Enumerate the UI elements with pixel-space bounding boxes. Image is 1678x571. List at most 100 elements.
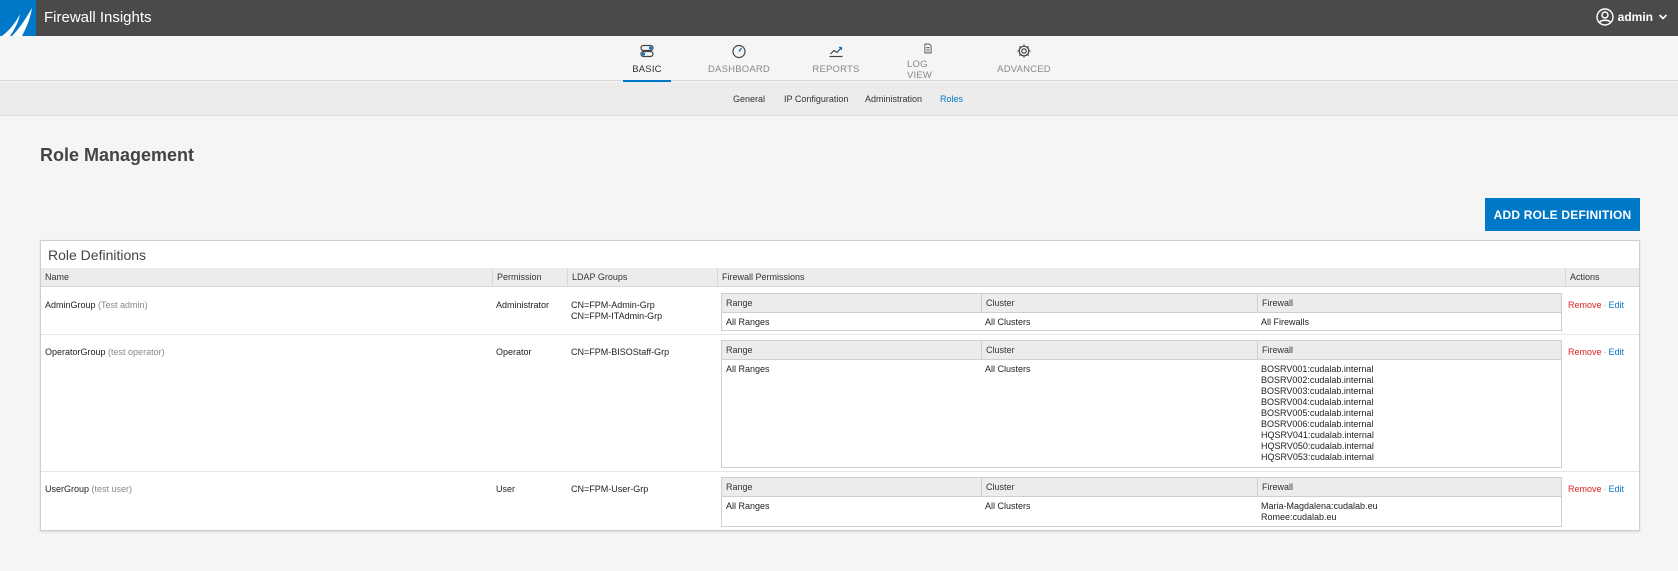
tab-advanced-label: ADVANCED	[997, 64, 1051, 75]
fw-header-range: Range	[726, 345, 753, 355]
gauge-icon	[732, 44, 746, 59]
fw-header-firewall: Firewall	[1257, 341, 1561, 360]
fw-range: All Ranges	[726, 364, 770, 374]
page-title: Role Management	[40, 145, 195, 165]
fw-firewall: HQSRV041:cudalab.internal	[1261, 430, 1374, 440]
sub-nav: General IP Configuration Administration …	[0, 82, 1678, 116]
edit-link[interactable]: Edit	[1609, 347, 1625, 357]
row-actions: Remove · Edit	[1568, 300, 1624, 310]
gear-icon	[1017, 44, 1031, 58]
fw-table-header: Range Cluster Firewall	[722, 478, 1561, 497]
user-avatar-icon	[1595, 8, 1614, 26]
column-header-actions: Actions	[1565, 268, 1639, 286]
fw-table-header: Range Cluster Firewall	[722, 294, 1561, 313]
fw-cluster: All Clusters	[985, 364, 1031, 374]
subtab-general[interactable]: General	[733, 94, 765, 104]
ldap-group: CN=FPM-ITAdmin-Grp	[571, 311, 663, 321]
firewall-permissions-table: Range Cluster Firewall All Ranges All Cl…	[721, 477, 1562, 527]
tab-advanced[interactable]: ADVANCED	[997, 36, 1051, 81]
edit-link[interactable]: Edit	[1609, 484, 1625, 494]
document-icon	[924, 43, 932, 54]
brand-logo-icon	[0, 0, 36, 36]
top-bar: Firewall Insights admin	[0, 0, 1678, 36]
subtab-administration[interactable]: Administration	[865, 94, 922, 104]
fw-header-cluster: Cluster	[981, 478, 1257, 497]
tab-log-view[interactable]: LOG VIEW	[907, 36, 949, 81]
fw-firewall-list: Maria-Magdalena:cudalab.eu Romee:cudalab…	[1261, 501, 1378, 523]
action-separator: ·	[1603, 300, 1607, 310]
fw-firewall: BOSRV004:cudalab.internal	[1261, 397, 1374, 407]
table-row: UserGroup (test user) User CN=FPM-User-G…	[41, 472, 1639, 530]
fw-firewall: All Firewalls	[1261, 317, 1310, 327]
fw-range: All Ranges	[726, 317, 770, 327]
fw-header-range: Range	[726, 482, 753, 492]
role-name: OperatorGroup	[45, 347, 106, 357]
table-row: AdminGroup (Test admin) Administrator CN…	[41, 288, 1639, 335]
fw-firewall: HQSRV053:cudalab.internal	[1261, 452, 1374, 462]
role-description: (Test admin)	[98, 300, 148, 310]
role-name-cell: OperatorGroup (test operator)	[45, 347, 165, 358]
fw-range: All Ranges	[726, 501, 770, 511]
table-row: OperatorGroup (test operator) Operator C…	[41, 335, 1639, 472]
user-name: admin	[1617, 10, 1653, 24]
main-nav: BASIC DASHBOARD REPORTS LOG VIEW ADVANCE…	[0, 36, 1678, 82]
subtab-ip-configuration[interactable]: IP Configuration	[784, 94, 848, 104]
user-menu[interactable]: admin	[1595, 8, 1668, 26]
fw-header-cluster: Cluster	[981, 341, 1257, 360]
fw-firewall-list: BOSRV001:cudalab.internal BOSRV002:cudal…	[1261, 364, 1374, 463]
column-header-permission: Permission	[492, 268, 567, 286]
tab-basic-label: BASIC	[632, 64, 662, 75]
tab-reports-label: REPORTS	[812, 64, 860, 75]
column-header-name: Name	[45, 272, 70, 282]
chevron-down-icon	[1658, 14, 1668, 20]
role-name-cell: AdminGroup (Test admin)	[45, 300, 148, 311]
ldap-groups-cell: CN=FPM-User-Grp	[571, 484, 648, 495]
role-name: AdminGroup	[45, 300, 96, 310]
role-description: (test user)	[91, 484, 133, 494]
table-header: Name Permission LDAP Groups Firewall Per…	[41, 268, 1639, 287]
tab-log-view-label: LOG VIEW	[907, 59, 933, 81]
row-actions: Remove · Edit	[1568, 484, 1624, 494]
fw-firewall: Romee:cudalab.eu	[1261, 512, 1337, 522]
column-header-firewall-permissions: Firewall Permissions	[717, 268, 1565, 286]
role-permission: Operator	[496, 347, 532, 357]
chart-icon	[829, 46, 843, 58]
fw-firewall: HQSRV050:cudalab.internal	[1261, 441, 1374, 451]
firewall-permissions-table: Range Cluster Firewall All Ranges All Cl…	[721, 293, 1562, 331]
edit-link[interactable]: Edit	[1609, 300, 1625, 310]
fw-firewall: BOSRV001:cudalab.internal	[1261, 364, 1374, 374]
ldap-group: CN=FPM-Admin-Grp	[571, 300, 655, 310]
fw-firewall: BOSRV005:cudalab.internal	[1261, 408, 1374, 418]
fw-firewall: BOSRV003:cudalab.internal	[1261, 386, 1374, 396]
role-permission: Administrator	[496, 300, 550, 310]
tab-dashboard[interactable]: DASHBOARD	[708, 36, 770, 81]
tab-reports[interactable]: REPORTS	[812, 36, 860, 81]
remove-link[interactable]: Remove	[1568, 347, 1602, 357]
panel-title: Role Definitions	[48, 247, 147, 263]
role-description: (test operator)	[108, 347, 165, 357]
role-name: UserGroup	[45, 484, 90, 494]
fw-firewall: Maria-Magdalena:cudalab.eu	[1261, 501, 1378, 511]
fw-firewall-list: All Firewalls	[1261, 317, 1309, 328]
fw-header-cluster: Cluster	[981, 294, 1257, 313]
fw-header-firewall: Firewall	[1257, 294, 1561, 313]
remove-link[interactable]: Remove	[1568, 300, 1602, 310]
fw-cluster: All Clusters	[985, 317, 1031, 327]
remove-link[interactable]: Remove	[1568, 484, 1602, 494]
row-actions: Remove · Edit	[1568, 347, 1624, 357]
subtab-roles[interactable]: Roles	[940, 94, 963, 104]
add-role-definition-button[interactable]: ADD ROLE DEFINITION	[1485, 198, 1640, 231]
fw-header-firewall: Firewall	[1257, 478, 1561, 497]
tab-basic[interactable]: BASIC	[623, 36, 671, 82]
fw-cluster: All Clusters	[985, 501, 1031, 511]
fw-firewall: BOSRV002:cudalab.internal	[1261, 375, 1374, 385]
ldap-group: CN=FPM-User-Grp	[571, 484, 649, 494]
fw-table-header: Range Cluster Firewall	[722, 341, 1561, 360]
role-definitions-panel: Role Definitions Name Permission LDAP Gr…	[40, 240, 1640, 531]
fw-firewall: BOSRV006:cudalab.internal	[1261, 419, 1374, 429]
ldap-groups-cell: CN=FPM-Admin-Grp CN=FPM-ITAdmin-Grp	[571, 300, 662, 322]
role-permission: User	[496, 484, 516, 494]
tab-dashboard-label: DASHBOARD	[708, 64, 770, 75]
toggle-icon	[640, 44, 654, 58]
app-title: Firewall Insights	[44, 9, 152, 26]
